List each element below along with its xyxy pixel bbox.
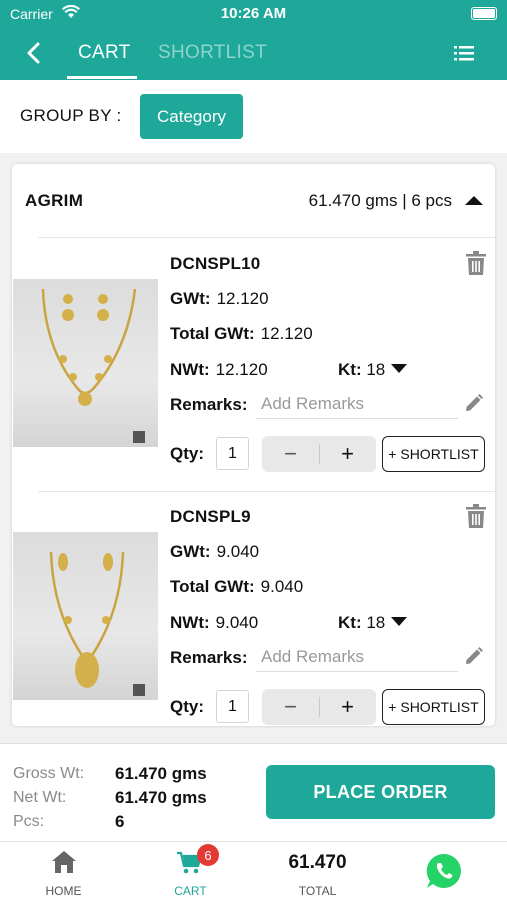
cart-count-badge: 6: [197, 844, 219, 866]
gross-wt-label: Gross Wt:: [13, 765, 85, 782]
total-value: 61.470: [288, 852, 347, 873]
nwt-value: 9.040: [215, 613, 259, 632]
net-wt-value: 61.470 gms: [115, 788, 207, 807]
kt-value: 18: [366, 613, 386, 632]
add-to-shortlist-button[interactable]: + SHORTLIST: [382, 689, 485, 725]
gwt-row: GWt: 12.120: [170, 289, 269, 309]
group-summary: 61.470 gms | 6 pcs: [308, 191, 452, 210]
dropdown-caret-icon: [391, 364, 408, 373]
nav-whatsapp[interactable]: [381, 842, 507, 900]
gwt-value: 12.120: [216, 289, 269, 308]
tab-cart[interactable]: CART: [78, 42, 131, 64]
necklace-image-icon: [49, 551, 145, 696]
item-sku: DCNSPL10: [170, 254, 261, 273]
qty-field[interactable]: 1: [216, 690, 249, 723]
total-gwt-label: Total GWt:: [170, 324, 255, 343]
battery-icon: [471, 7, 497, 20]
nwt-label: NWt:: [170, 613, 210, 632]
trash-icon[interactable]: [466, 504, 486, 528]
nwt-row: NWt: 9.040: [170, 613, 258, 633]
qty-label: Qty:: [170, 697, 204, 716]
nav-total: 61.470 TOTAL: [254, 842, 381, 900]
top-nav-bar: CART SHORTLIST: [0, 28, 507, 80]
product-image[interactable]: [13, 532, 158, 700]
net-wt-label: Net Wt:: [13, 789, 67, 806]
group-by-label: GROUP BY :: [20, 106, 122, 125]
dropdown-caret-icon: [391, 617, 408, 626]
nav-home-label: HOME: [45, 884, 82, 898]
add-to-shortlist-button[interactable]: + SHORTLIST: [382, 436, 485, 472]
list-menu-icon[interactable]: [454, 44, 474, 62]
total-gwt-value: 9.040: [260, 577, 304, 596]
nav-total-label: TOTAL: [298, 884, 337, 898]
increment-button[interactable]: +: [319, 689, 376, 725]
nwt-label: NWt:: [170, 360, 210, 379]
pencil-icon[interactable]: [465, 647, 483, 665]
total-gwt-row: Total GWt: 9.040: [170, 577, 303, 597]
pcs-value: 6: [115, 812, 125, 831]
gwt-row: GWt: 9.040: [170, 542, 259, 562]
clock: 10:26 AM: [220, 5, 287, 22]
gwt-value: 9.040: [216, 542, 260, 561]
tab-shortlist[interactable]: SHORTLIST: [158, 42, 267, 64]
quantity-stepper: − +: [262, 689, 376, 725]
total-gwt-row: Total GWt: 12.120: [170, 324, 313, 344]
pencil-icon[interactable]: [465, 394, 483, 412]
home-icon: [52, 851, 76, 873]
qty-label: Qty:: [170, 444, 204, 463]
place-order-button[interactable]: PLACE ORDER: [266, 765, 495, 819]
quantity-stepper: − +: [262, 436, 376, 472]
necklace-image-icon: [41, 288, 145, 443]
nwt-row: NWt: 12.120: [170, 360, 268, 380]
back-arrow-icon[interactable]: [22, 40, 48, 66]
whatsapp-icon: [426, 853, 461, 888]
cart-group-card: AGRIM 61.470 gms | 6 pcs DCNSPL10 GWt: 12…: [12, 164, 495, 726]
status-bar: Carrier 10:26 AM: [0, 0, 507, 28]
remarks-label: Remarks:: [170, 648, 248, 667]
gwt-label: GWt:: [170, 289, 211, 308]
remarks-label: Remarks:: [170, 395, 248, 414]
gross-wt-value: 61.470 gms: [115, 764, 207, 783]
total-gwt-label: Total GWt:: [170, 577, 255, 596]
remarks-row: Remarks:: [170, 395, 248, 415]
collapse-caret-icon[interactable]: [465, 196, 483, 205]
total-gwt-value: 12.120: [260, 324, 313, 343]
active-tab-indicator: [67, 76, 137, 79]
remarks-input[interactable]: [256, 389, 458, 419]
gwt-label: GWt:: [170, 542, 211, 561]
nwt-value: 12.120: [215, 360, 268, 379]
cart-item: DCNSPL10 GWt: 12.120 Total GWt: 12.120 NWt…: [12, 238, 495, 491]
order-summary-footer: Gross Wt: 61.470 gms Net Wt: 61.470 gms …: [0, 743, 507, 841]
increment-button[interactable]: +: [319, 436, 376, 472]
remarks-input[interactable]: [256, 642, 458, 672]
trash-icon[interactable]: [466, 251, 486, 275]
kt-label: Kt:: [338, 360, 362, 379]
bottom-nav: HOME 6 CART 61.470 TOTAL: [0, 841, 507, 900]
category-button[interactable]: Category: [140, 94, 243, 139]
kt-selector[interactable]: Kt: 18: [338, 613, 408, 633]
qty-field[interactable]: 1: [216, 437, 249, 470]
kt-value: 18: [366, 360, 386, 379]
nav-cart[interactable]: 6 CART: [127, 842, 254, 900]
decrement-button[interactable]: −: [262, 436, 319, 472]
nav-cart-label: CART: [174, 884, 207, 898]
decrement-button[interactable]: −: [262, 689, 319, 725]
item-sku: DCNSPL9: [170, 507, 251, 526]
kt-label: Kt:: [338, 613, 362, 632]
nav-home[interactable]: HOME: [0, 842, 127, 900]
pcs-label: Pcs:: [13, 813, 45, 830]
cart-item: DCNSPL9 GWt: 9.040 Total GWt: 9.040 NWt: 9.…: [12, 491, 495, 726]
remarks-row: Remarks:: [170, 648, 248, 668]
kt-selector[interactable]: Kt: 18: [338, 360, 408, 380]
group-name: AGRIM: [25, 191, 84, 210]
product-image[interactable]: [13, 279, 158, 447]
group-by-bar: GROUP BY : Category: [0, 80, 507, 153]
